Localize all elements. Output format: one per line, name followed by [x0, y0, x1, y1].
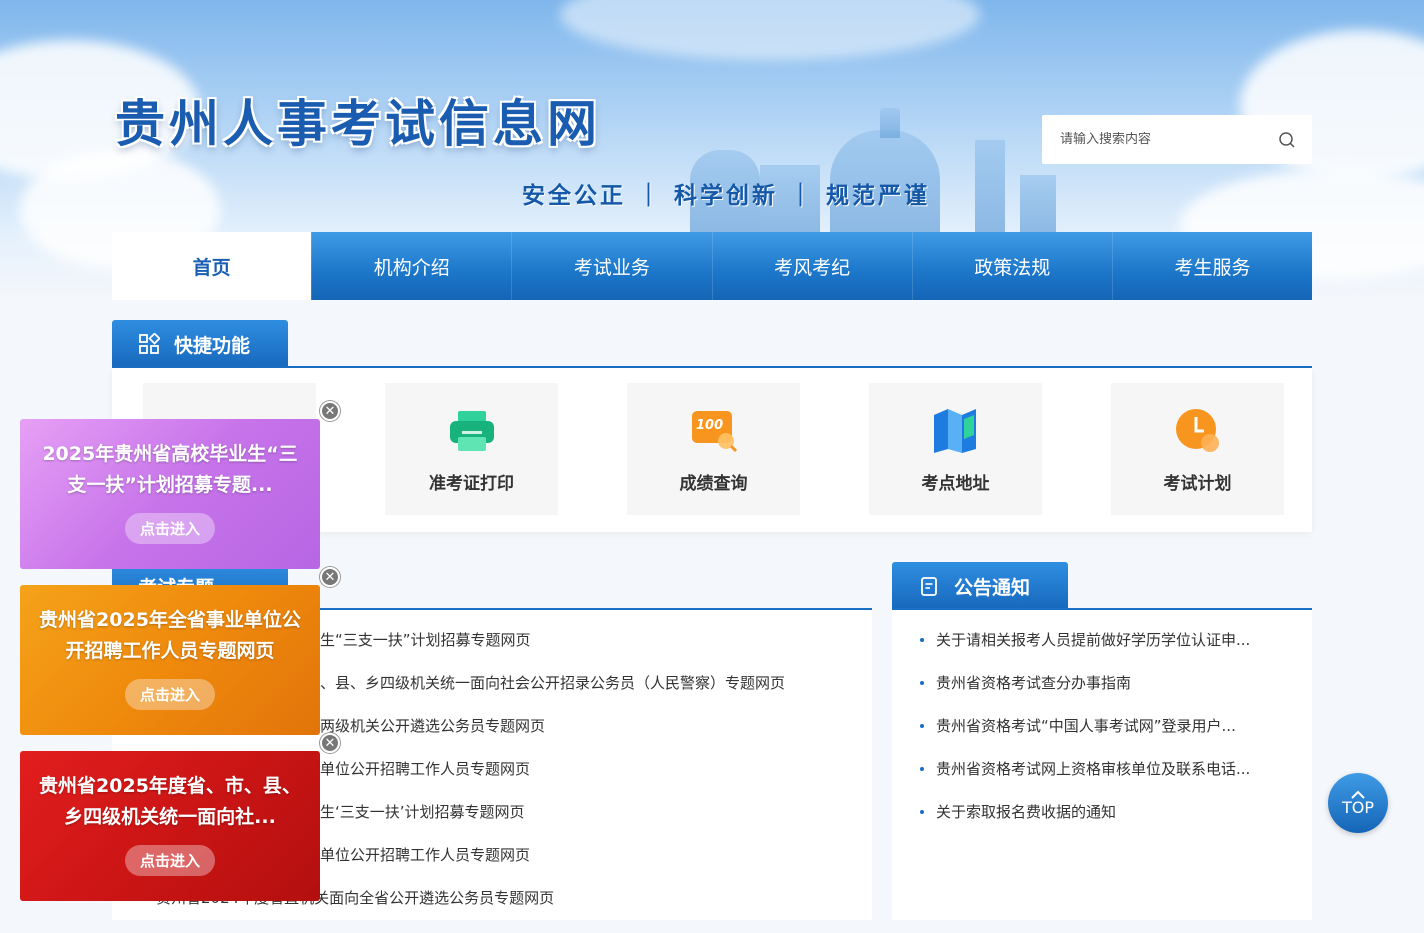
nav-home[interactable]: 首页 [112, 232, 312, 300]
bullet-icon [920, 637, 924, 642]
notice-item-text: 贵州省资格考试网上资格审核单位及联系电话... [936, 760, 1251, 778]
notice-item[interactable]: 贵州省资格考试“中国人事考试网”登录用户... [920, 715, 1236, 736]
bullet-icon [920, 680, 924, 685]
site-slogan: 安全公正 ｜ 科学创新 ｜ 规范严谨 [522, 182, 931, 209]
topic-item[interactable]: 生‘三支一扶’计划招募专题网页 [320, 801, 525, 822]
notice-item[interactable]: 贵州省资格考试网上资格审核单位及联系电话... [920, 758, 1250, 779]
quick-item-label: 成绩查询 [679, 473, 748, 494]
nav-policy[interactable]: 政策法规 [911, 232, 1112, 300]
notice-item-text: 贵州省资格考试“中国人事考试网”登录用户... [936, 717, 1236, 735]
float-card-civil-servant[interactable]: 贵州省2025年度省、市、县、乡四级机关统一面向社... 点击进入 [20, 751, 320, 901]
notice-item[interactable]: 贵州省资格考试查分办事指南 [920, 672, 1131, 693]
float-card-title: 贵州省2025年度省、市、县、乡四级机关统一面向社... [39, 775, 301, 828]
building-decoration [975, 140, 1005, 232]
search-box[interactable] [1042, 115, 1312, 164]
building-decoration [880, 108, 900, 138]
nav-exam-business[interactable]: 考试业务 [511, 232, 712, 300]
float-card-enter-button[interactable]: 点击进入 [125, 845, 215, 876]
float-card-title: 2025年贵州省高校毕业生“三支一扶”计划招募专题... [42, 443, 298, 496]
notice-section-header: 公告通知 [892, 562, 1068, 610]
quick-item-label: 准考证打印 [429, 473, 514, 494]
document-icon [921, 577, 937, 596]
quick-section-title: 快捷功能 [174, 334, 251, 357]
topic-item[interactable]: 单位公开招聘工作人员专题网页 [320, 844, 530, 865]
back-to-top-label: TOP [1341, 798, 1374, 817]
nav-candidate-service[interactable]: 考生服务 [1111, 232, 1313, 300]
site-title: 贵州人事考试信息网 [115, 94, 601, 153]
quick-item-score-query[interactable]: 100 成绩查询 [627, 383, 800, 515]
close-icon[interactable]: ✕ [320, 401, 340, 421]
back-to-top-button[interactable]: TOP [1328, 773, 1388, 833]
float-card-enter-button[interactable]: 点击进入 [125, 679, 215, 710]
float-card-sanzhiyifu[interactable]: 2025年贵州省高校毕业生“三支一扶”计划招募专题... 点击进入 [20, 419, 320, 569]
close-icon[interactable]: ✕ [320, 733, 340, 753]
float-card-enter-button[interactable]: 点击进入 [125, 513, 215, 544]
building-decoration [1020, 175, 1056, 232]
quick-item-print-ticket[interactable]: 准考证打印 [385, 383, 558, 515]
notice-item[interactable]: 关于请相关报考人员提前做好学历学位认证申... [920, 629, 1250, 650]
cloud-decoration [560, 0, 980, 60]
bullet-icon [920, 766, 924, 771]
quick-item-exam-plan[interactable]: 考试计划 [1111, 383, 1284, 515]
search-input[interactable] [1060, 132, 1278, 147]
nav-exam-discipline[interactable]: 考风考纪 [711, 232, 912, 300]
clock-icon [1175, 408, 1219, 452]
topic-item[interactable]: 、县、乡四级机关统一面向社会公开招录公务员（人民警察）专题网页 [320, 672, 785, 693]
close-icon[interactable]: ✕ [320, 567, 340, 587]
quick-item-exam-address[interactable]: 考点地址 [869, 383, 1042, 515]
notice-item-text: 关于索取报名费收据的通知 [936, 803, 1117, 821]
float-card-title: 贵州省2025年全省事业单位公开招聘工作人员专题网页 [39, 609, 301, 662]
notice-list: 关于请相关报考人员提前做好学历学位认证申... 贵州省资格考试查分办事指南 贵州… [892, 610, 1312, 920]
main-nav: 首页 机构介绍 考试业务 考风考纪 政策法规 考生服务 [112, 232, 1313, 300]
quick-item-label: 考点地址 [921, 473, 990, 494]
bullet-icon [920, 809, 924, 814]
printer-icon [449, 410, 494, 451]
notice-item-text: 贵州省资格考试查分办事指南 [936, 674, 1132, 692]
map-icon [933, 408, 976, 453]
quick-item-label: 考试计划 [1163, 473, 1232, 494]
bullet-icon [920, 723, 924, 728]
grid-icon [139, 333, 160, 354]
notice-section-title: 公告通知 [954, 576, 1031, 599]
topic-item[interactable]: 生“三支一扶”计划招募专题网页 [320, 629, 531, 650]
notice-item-text: 关于请相关报考人员提前做好学历学位认证申... [936, 631, 1251, 649]
nav-about[interactable]: 机构介绍 [311, 232, 512, 300]
quick-section-header: 快捷功能 [112, 320, 288, 368]
notice-item[interactable]: 关于索取报名费收据的通知 [920, 801, 1116, 822]
score-icon: 100 [691, 410, 737, 452]
search-icon[interactable] [1278, 131, 1296, 149]
score-badge: 100 [696, 418, 723, 433]
float-card-public-institution[interactable]: 贵州省2025年全省事业单位公开招聘工作人员专题网页 点击进入 [20, 585, 320, 735]
topic-item[interactable]: 单位公开招聘工作人员专题网页 [320, 758, 530, 779]
topic-item[interactable]: 两级机关公开遴选公务员专题网页 [320, 715, 545, 736]
